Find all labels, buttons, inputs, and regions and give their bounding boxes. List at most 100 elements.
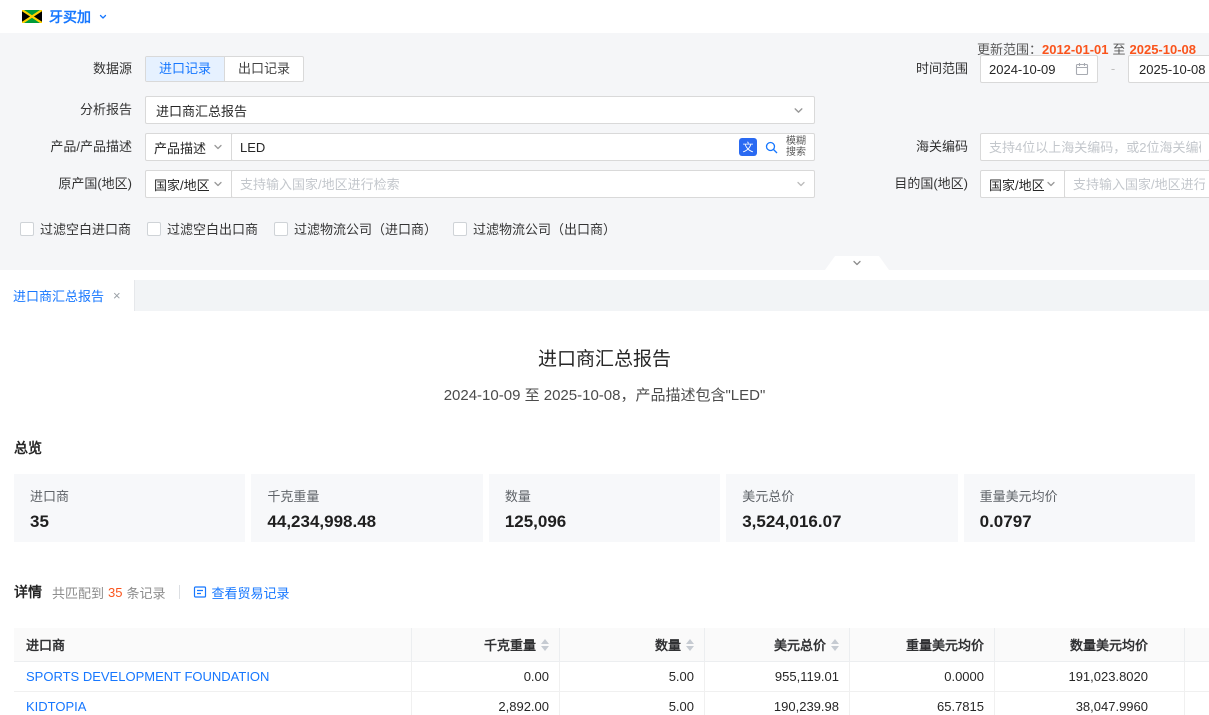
stat-card-kg-weight: 千克重量 44,234,998.48 <box>251 474 482 542</box>
column-label: 千克重量 <box>484 635 536 654</box>
stat-label: 千克重量 <box>267 486 466 505</box>
origin-search-input[interactable] <box>240 177 796 192</box>
destination-type-select[interactable]: 国家/地区 <box>980 170 1065 198</box>
report-select-label: 分析报告 <box>0 96 132 124</box>
product-type-select[interactable]: 产品描述 <box>145 133 232 161</box>
overview-heading: 总览 <box>14 438 1209 458</box>
trade-records-icon <box>193 585 207 599</box>
checkbox-icon[interactable] <box>453 222 467 236</box>
stat-value: 125,096 <box>505 512 704 532</box>
translate-icon[interactable]: 文 <box>739 138 757 156</box>
stat-value: 3,524,016.07 <box>742 512 941 532</box>
match-prefix: 共匹配到 <box>52 583 104 602</box>
cell-kg-weight: 2,892.00 <box>412 692 560 715</box>
end-date-picker[interactable]: 2025-10-08 <box>1128 55 1209 83</box>
tab-importer-summary-report[interactable]: 进口商汇总报告 × <box>0 280 135 311</box>
data-source-label: 数据源 <box>0 56 132 82</box>
sort-icon[interactable] <box>686 639 694 651</box>
hs-code-field <box>980 133 1209 161</box>
cell-usd-per-quantity: 191,023.8020 <box>995 662 1185 691</box>
checkbox-filter-logistics-importer[interactable]: 过滤物流公司（进口商） <box>274 219 437 238</box>
stat-card-usd-per-weight: 重量美元均价 0.0797 <box>964 474 1195 542</box>
chevron-down-icon <box>213 142 223 152</box>
origin-type-value: 国家/地区 <box>154 175 210 194</box>
view-trade-records-label: 查看贸易记录 <box>212 583 290 602</box>
chevron-down-icon <box>1046 179 1056 189</box>
time-range-label: 时间范围 <box>876 56 968 82</box>
calendar-icon <box>1075 62 1089 76</box>
origin-type-select[interactable]: 国家/地区 <box>145 170 232 198</box>
checkbox-label: 过滤空白出口商 <box>167 219 258 238</box>
jamaica-flag-icon <box>22 10 42 23</box>
report-content: 进口商汇总报告 2024-10-09 至 2025-10-08，产品描述包含"L… <box>0 344 1209 715</box>
stat-value: 44,234,998.48 <box>267 512 466 532</box>
column-header-quantity[interactable]: 数量 <box>560 628 705 661</box>
country-selector[interactable]: 牙买加 <box>49 7 91 27</box>
data-source-toggle: 进口记录 出口记录 <box>145 56 304 82</box>
fuzzy-search-line1: 模糊 <box>786 136 806 147</box>
checkbox-label: 过滤物流公司（出口商） <box>473 219 616 238</box>
top-bar: 牙买加 <box>0 0 1209 33</box>
view-trade-records-link[interactable]: 查看贸易记录 <box>193 583 290 602</box>
stat-card-usd-total: 美元总价 3,524,016.07 <box>726 474 957 542</box>
match-suffix: 条记录 <box>126 583 165 602</box>
column-header-usd-total[interactable]: 美元总价 <box>705 628 850 661</box>
checkbox-filter-blank-importer[interactable]: 过滤空白进口商 <box>20 219 131 238</box>
column-label: 美元总价 <box>774 635 826 654</box>
fuzzy-search-line2: 搜索 <box>786 147 806 158</box>
column-label: 数量美元均价 <box>1070 635 1148 654</box>
checkbox-icon[interactable] <box>274 222 288 236</box>
product-label: 产品/产品描述 <box>0 133 132 161</box>
sort-icon[interactable] <box>831 639 839 651</box>
cell-stub <box>1185 692 1209 715</box>
fuzzy-search-icon[interactable] <box>764 140 779 155</box>
tab-export-records[interactable]: 出口记录 <box>224 57 303 81</box>
sort-icon[interactable] <box>541 639 549 651</box>
checkbox-label: 过滤空白进口商 <box>40 219 131 238</box>
table-row: KIDTOPIA 2,892.00 5.00 190,239.98 65.781… <box>14 692 1209 715</box>
close-icon[interactable]: × <box>113 288 121 303</box>
vertical-divider <box>179 585 180 599</box>
checkbox-filter-blank-exporter[interactable]: 过滤空白出口商 <box>147 219 258 238</box>
collapse-panel-button[interactable] <box>825 256 889 270</box>
report-select-value: 进口商汇总报告 <box>156 101 247 120</box>
cell-usd-total: 190,239.98 <box>705 692 850 715</box>
chevron-down-icon <box>213 179 223 189</box>
report-select[interactable]: 进口商汇总报告 <box>145 96 815 124</box>
cell-usd-per-weight: 0.0000 <box>850 662 995 691</box>
end-date-value: 2025-10-08 <box>1139 62 1206 77</box>
cell-quantity: 5.00 <box>560 662 705 691</box>
checkbox-filter-logistics-exporter[interactable]: 过滤物流公司（出口商） <box>453 219 616 238</box>
cell-kg-weight: 0.00 <box>412 662 560 691</box>
cell-usd-per-weight: 65.7815 <box>850 692 995 715</box>
filter-panel: 更新范围：2012-01-01至2025-10-08 数据源 进口记录 出口记录… <box>0 33 1209 270</box>
chevron-down-icon <box>796 179 806 189</box>
stat-label: 重量美元均价 <box>980 486 1179 505</box>
destination-search-input[interactable] <box>1073 177 1205 192</box>
stat-value: 0.0797 <box>980 512 1179 532</box>
tab-strip-spacer <box>0 270 1209 280</box>
importer-link[interactable]: KIDTOPIA <box>14 692 412 715</box>
chevron-down-icon <box>851 258 863 268</box>
cell-usd-total: 955,119.01 <box>705 662 850 691</box>
date-separator: - <box>1098 55 1128 83</box>
cell-stub <box>1185 662 1209 691</box>
importer-link[interactable]: SPORTS DEVELOPMENT FOUNDATION <box>14 662 412 691</box>
destination-search-field <box>1064 170 1209 198</box>
product-search-input[interactable]: LED 文 模糊 搜索 <box>231 133 815 161</box>
tab-label: 进口商汇总报告 <box>13 286 104 305</box>
table-row: SPORTS DEVELOPMENT FOUNDATION 0.00 5.00 … <box>14 662 1209 692</box>
column-header-usd-per-quantity: 数量美元均价 <box>995 628 1185 661</box>
start-date-picker[interactable]: 2024-10-09 <box>980 55 1098 83</box>
stat-label: 数量 <box>505 486 704 505</box>
checkbox-icon[interactable] <box>20 222 34 236</box>
checkbox-icon[interactable] <box>147 222 161 236</box>
fuzzy-search-label[interactable]: 模糊 搜索 <box>786 136 806 158</box>
column-header-kg-weight[interactable]: 千克重量 <box>412 628 560 661</box>
overview-cards: 进口商 35 千克重量 44,234,998.48 数量 125,096 美元总… <box>14 474 1195 542</box>
stat-card-quantity: 数量 125,096 <box>489 474 720 542</box>
hs-code-input[interactable] <box>989 140 1201 155</box>
table-header-stub <box>1185 628 1209 661</box>
cell-usd-per-quantity: 38,047.9960 <box>995 692 1185 715</box>
tab-import-records[interactable]: 进口记录 <box>146 57 224 81</box>
